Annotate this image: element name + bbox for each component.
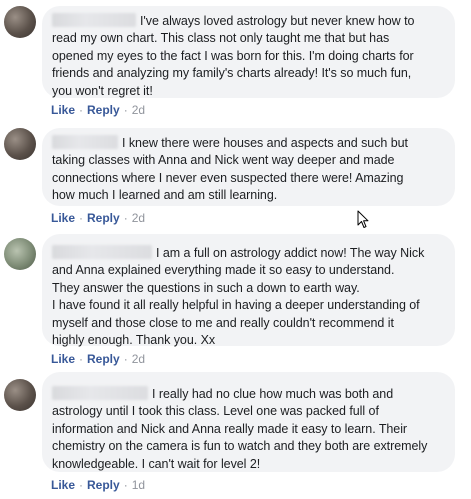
comment-line: connections where I never even suspected… [52,170,404,185]
like-button[interactable]: Like [51,478,75,492]
avatar[interactable] [4,128,36,160]
timestamp[interactable]: 1d [132,478,145,492]
comment-line: information and Nick and Anna really mad… [52,421,408,436]
blurred-name [52,135,118,149]
comment-line: I've always loved astrology but never kn… [52,13,443,30]
comment-line: chemistry on the camera is fun to watch … [52,439,428,454]
comment-line: myself and those close to me and really … [52,315,394,330]
comment-line: friends and analyzing my family's charts… [52,66,412,81]
comment-actions: Like · Reply · 1d [51,478,145,492]
blurred-name [52,13,136,27]
reply-button[interactable]: Reply [87,478,120,492]
comment-bubble: I've always loved astrology but never kn… [42,6,455,98]
comment-line: astrology until I took this class. Level… [52,404,379,419]
like-button[interactable]: Like [51,103,75,117]
separator: · [123,352,128,366]
timestamp[interactable]: 2d [132,352,145,366]
timestamp[interactable]: 2d [132,211,145,225]
comment-actions: Like · Reply · 2d [51,352,145,366]
comment-bubble: I really had no clue how much was both a… [42,372,455,472]
comment-line: I am a full on astrology addict now! The… [52,245,443,262]
blurred-name [52,386,148,400]
comment-actions: Like · Reply · 2d [51,103,145,117]
comment-text: I knew there were houses and aspects and… [122,136,408,150]
comment-text: I've always loved astrology but never kn… [140,14,415,28]
reply-button[interactable]: Reply [87,211,120,225]
reply-button[interactable]: Reply [87,103,120,117]
comment-line: you won't regret it! [52,83,153,98]
separator: · [79,352,84,366]
avatar[interactable] [4,238,36,270]
comment-line: read my own chart. This class not only t… [52,31,390,46]
avatar[interactable] [4,6,36,38]
mouse-cursor-icon [357,210,369,228]
comment-bubble: I am a full on astrology addict now! The… [42,234,455,348]
comment-line: I really had no clue how much was both a… [52,386,443,403]
comment-line: I have found it all really helpful in ha… [52,298,420,313]
comment-line: and Anna explained everything made it so… [52,263,395,278]
comment-line: I knew there were houses and aspects and… [52,135,443,152]
blurred-name [52,245,152,259]
like-button[interactable]: Like [51,211,75,225]
comment-line: how much I learned and am still learning… [52,188,278,203]
comment-line: They answer the questions in such a down… [52,280,360,295]
avatar[interactable] [4,379,36,411]
separator: · [123,211,128,225]
separator: · [79,478,84,492]
comment-line: highly enough. Thank you. Xx [52,333,216,348]
comment-actions: Like · Reply · 2d [51,211,145,225]
like-button[interactable]: Like [51,352,75,366]
reply-button[interactable]: Reply [87,352,120,366]
comment-text: I am a full on astrology addict now! The… [156,246,425,260]
comment-line: taking classes with Anna and Nick went w… [52,153,395,168]
separator: · [123,103,128,117]
timestamp[interactable]: 2d [132,103,145,117]
comment-line: knowledgeable. I can't wait for level 2! [52,456,261,471]
comment-bubble: I knew there were houses and aspects and… [42,128,455,206]
comment-text: I really had no clue how much was both a… [152,387,394,401]
separator: · [123,478,128,492]
comment-line: opened my eyes to the fact I was born fo… [52,48,414,63]
separator: · [79,103,84,117]
separator: · [79,211,84,225]
